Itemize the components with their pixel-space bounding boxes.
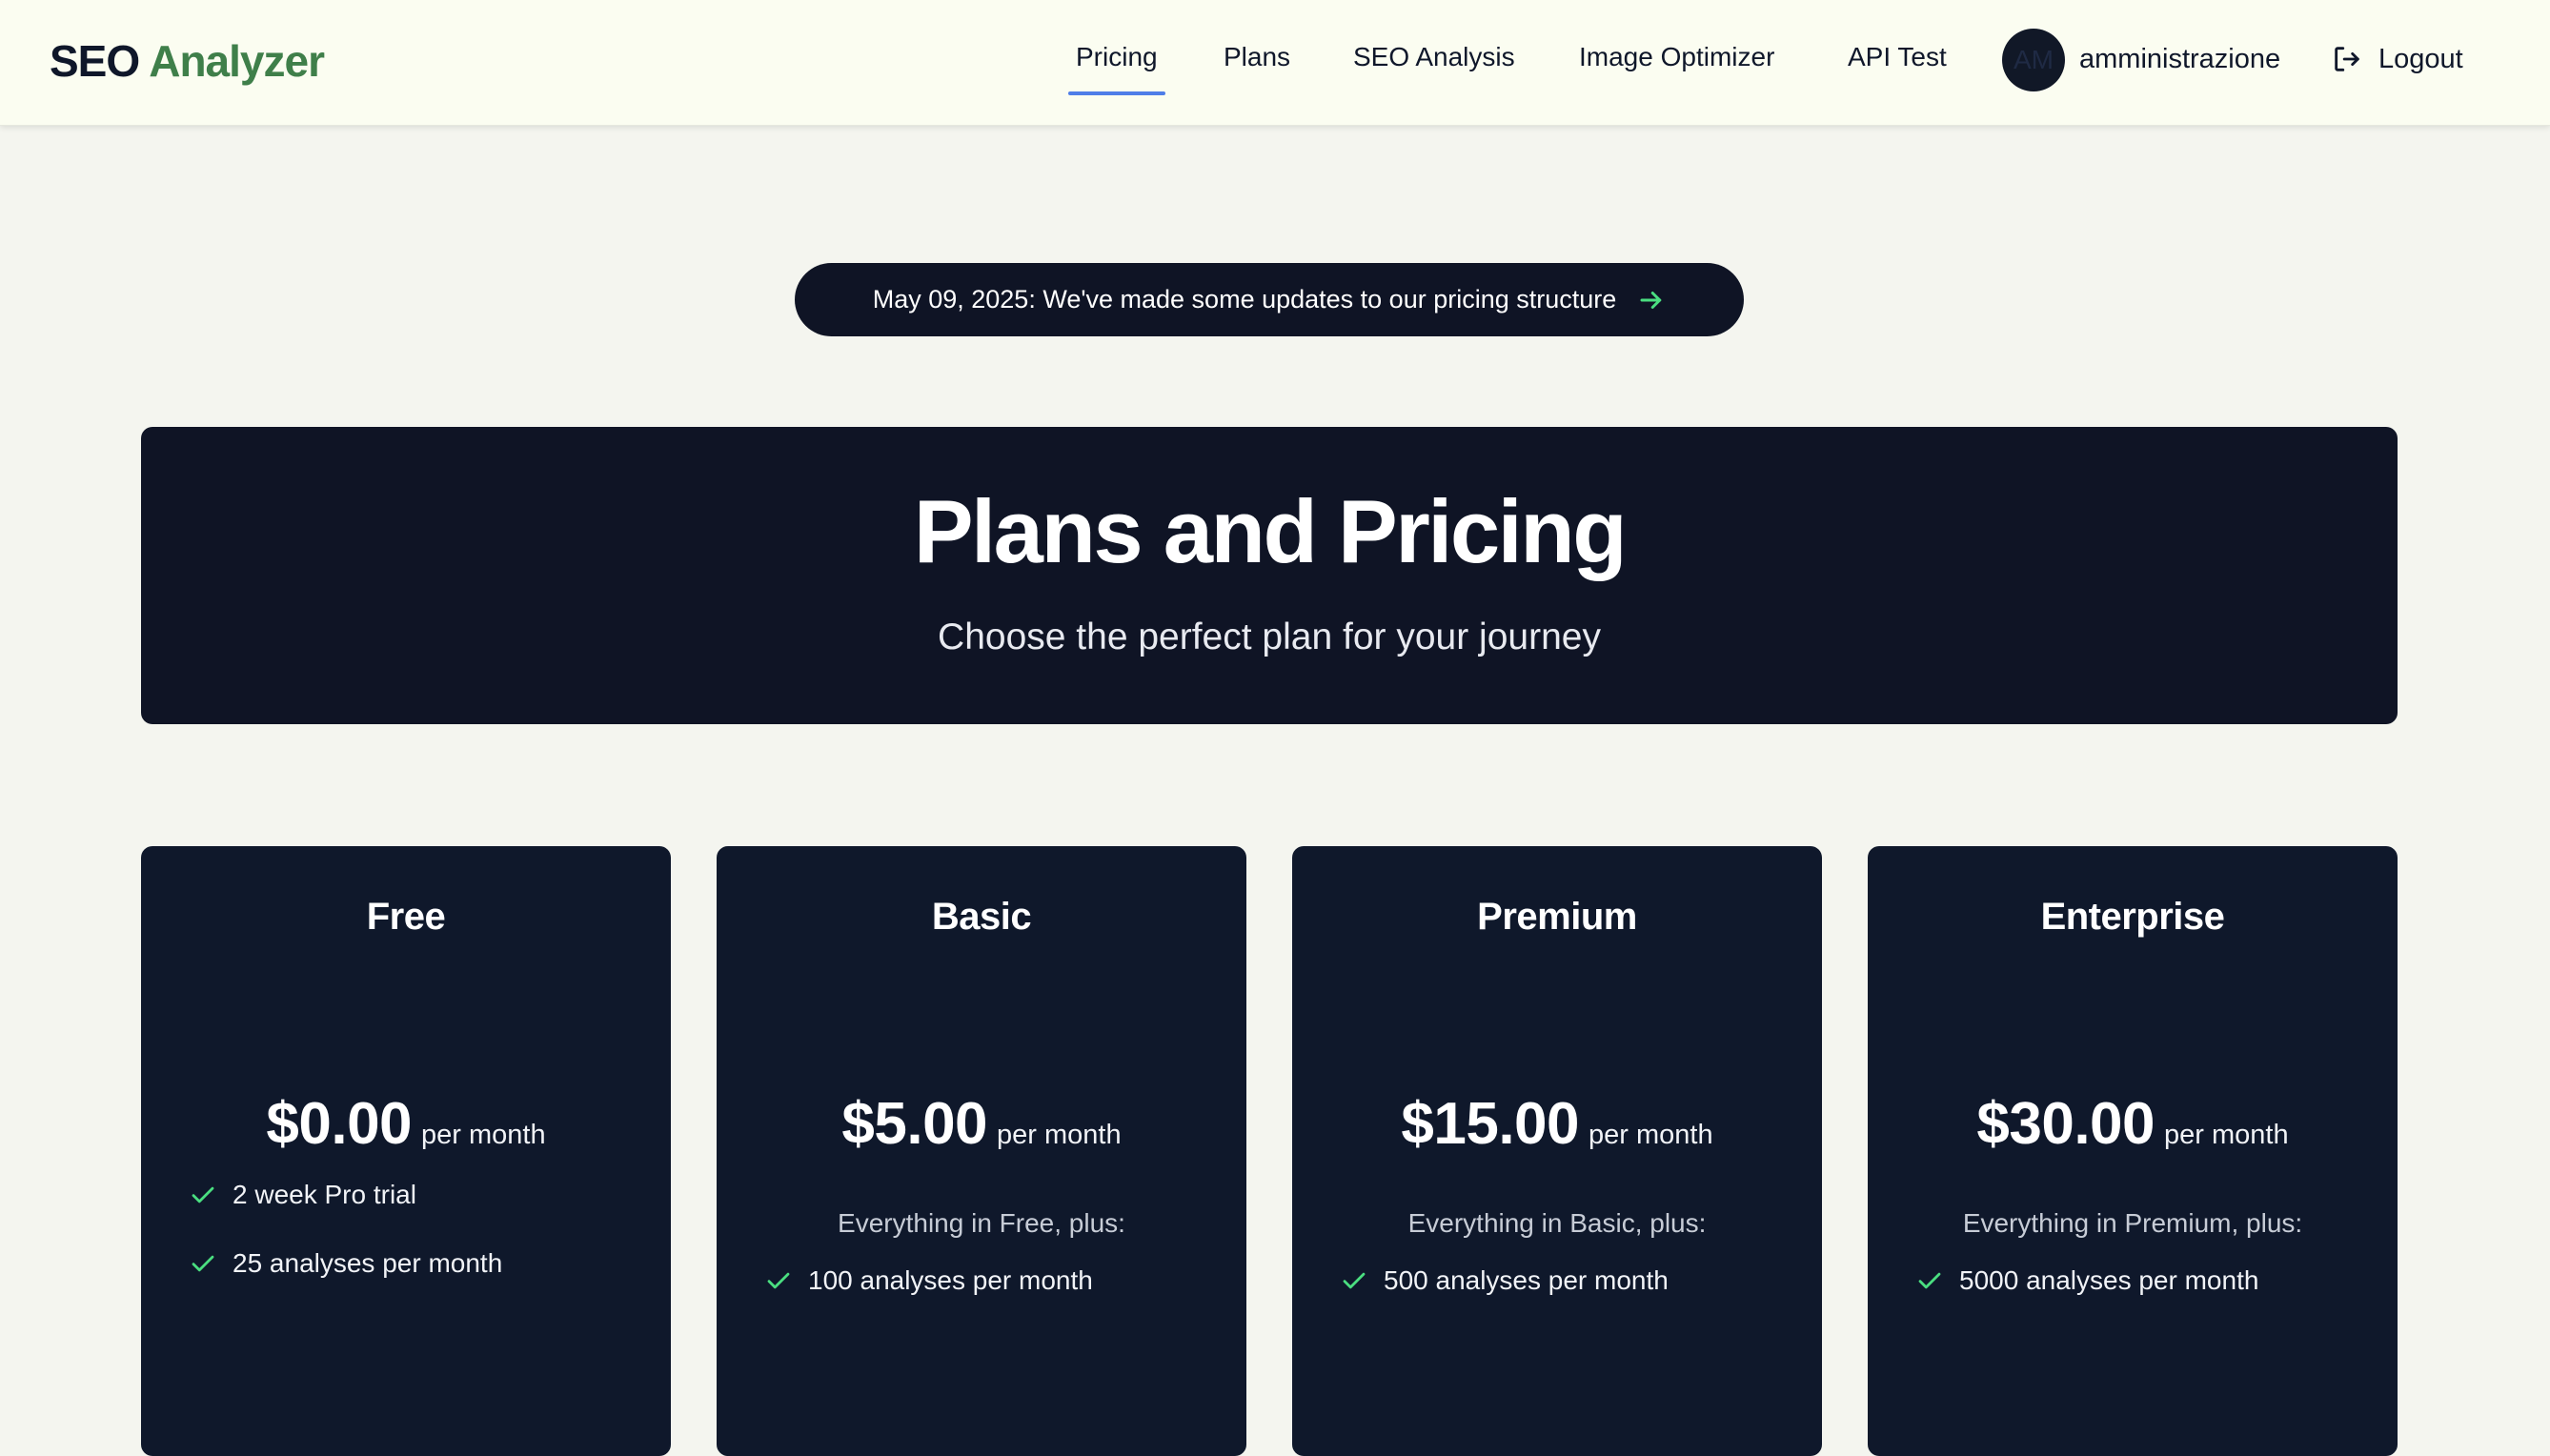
top-navbar: SEO Analyzer Pricing Plans SEO Analysis … bbox=[0, 0, 2550, 126]
plan-feature: 25 analyses per month bbox=[189, 1229, 502, 1298]
nav-link-pricing[interactable]: Pricing bbox=[1068, 36, 1165, 95]
plan-price: $0.00 bbox=[266, 1091, 413, 1157]
plan-card-free: Free $0.00 per month 2 week Pro trial 25 … bbox=[141, 846, 671, 1456]
plan-card-premium: Premium $15.00 per month Everything in Ba… bbox=[1292, 846, 1822, 1456]
plan-name: Basic bbox=[931, 896, 1032, 938]
check-icon bbox=[192, 1255, 214, 1272]
nav-link-seo-analysis[interactable]: SEO Analysis bbox=[1353, 36, 1515, 78]
plan-price-row: $0.00 per month bbox=[141, 1090, 671, 1158]
plan-intro: Everything in Basic, plus: bbox=[1407, 1208, 1707, 1238]
plan-feature-label: 500 analyses per month bbox=[1384, 1265, 1669, 1295]
plan-feature: 100 analyses per month bbox=[764, 1246, 1093, 1315]
plan-name: Enterprise bbox=[2040, 896, 2225, 938]
page-title: Plans and Pricing bbox=[913, 481, 1628, 581]
plan-feature-label: 100 analyses per month bbox=[808, 1265, 1093, 1295]
plan-intro: Everything in Free, plus: bbox=[838, 1208, 1125, 1238]
check-icon bbox=[767, 1272, 790, 1289]
pricing-update-announcement[interactable]: May 09, 2025: We've made some updates to… bbox=[795, 263, 1744, 336]
plan-price-row: $30.00 per month bbox=[1868, 1090, 2398, 1158]
plan-feature-label: 5000 analyses per month bbox=[1959, 1265, 2259, 1295]
check-icon bbox=[192, 1186, 214, 1203]
plan-features: 100 analyses per month bbox=[764, 1246, 1093, 1315]
plan-name: Premium bbox=[1477, 896, 1637, 938]
nav-link-plans[interactable]: Plans bbox=[1224, 36, 1290, 78]
page-subtitle: Choose the perfect plan for your journey bbox=[938, 617, 1601, 657]
plan-period: per month bbox=[1589, 1120, 1713, 1150]
plan-price: $15.00 bbox=[1401, 1091, 1580, 1157]
arrow-right-icon bbox=[1640, 291, 1662, 309]
nav-link-api-test[interactable]: API Test bbox=[1848, 36, 1947, 78]
plan-period: per month bbox=[2164, 1120, 2289, 1150]
check-icon bbox=[1343, 1272, 1366, 1289]
plan-price-row: $5.00 per month bbox=[717, 1090, 1246, 1158]
announcement-text: May 09, 2025: We've made some updates to… bbox=[872, 285, 1617, 313]
plan-period: per month bbox=[421, 1120, 546, 1150]
check-icon bbox=[1918, 1272, 1941, 1289]
plan-features: 500 analyses per month bbox=[1340, 1246, 1669, 1315]
plan-feature: 500 analyses per month bbox=[1340, 1246, 1669, 1315]
logout-icon bbox=[2335, 47, 2359, 71]
plan-period: per month bbox=[997, 1120, 1122, 1150]
plan-name: Free bbox=[366, 896, 446, 938]
hero-banner: Plans and Pricing Choose the perfect pla… bbox=[141, 427, 2398, 724]
nav-link-image-optimizer[interactable]: Image Optimizer bbox=[1579, 36, 1774, 78]
brand-logo-part1: SEO bbox=[50, 36, 140, 86]
plan-price: $30.00 bbox=[1976, 1091, 2155, 1157]
plan-price-row: $15.00 per month bbox=[1292, 1090, 1822, 1158]
logout-button[interactable]: Logout bbox=[2331, 38, 2463, 80]
plan-price: $5.00 bbox=[841, 1091, 988, 1157]
user-avatar[interactable]: AM bbox=[2002, 29, 2065, 91]
logout-label: Logout bbox=[2378, 43, 2463, 74]
brand-logo[interactable]: SEO Analyzer bbox=[50, 29, 325, 93]
plan-features: 2 week Pro trial 25 analyses per month bbox=[189, 1161, 502, 1298]
plan-card-enterprise: Enterprise $30.00 per month Everything in… bbox=[1868, 846, 2398, 1456]
plan-feature: 2 week Pro trial bbox=[189, 1161, 502, 1229]
plan-feature-label: 25 analyses per month bbox=[233, 1248, 503, 1278]
plan-feature: 5000 analyses per month bbox=[1915, 1246, 2258, 1315]
username-label[interactable]: amministrazione bbox=[2079, 38, 2280, 80]
brand-logo-part2: Analyzer bbox=[149, 36, 325, 86]
plan-feature-label: 2 week Pro trial bbox=[233, 1180, 416, 1209]
plan-features: 5000 analyses per month bbox=[1915, 1246, 2258, 1315]
plan-intro: Everything in Premium, plus: bbox=[1962, 1208, 2303, 1238]
plan-card-basic: Basic $5.00 per month Everything in Free,… bbox=[717, 846, 1246, 1456]
